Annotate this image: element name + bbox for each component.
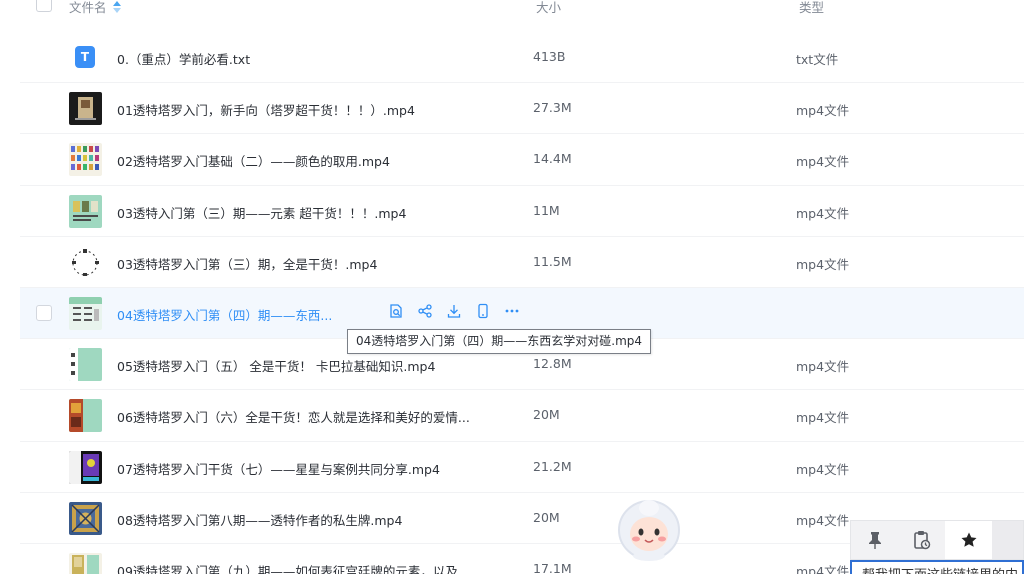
- row-checkbox[interactable]: [36, 304, 52, 321]
- file-name-tooltip: 04透特塔罗入门第（四）期——东西玄学对对碰.mp4: [347, 329, 652, 354]
- video-thumbnail: [69, 348, 102, 382]
- file-type: mp4文件: [796, 410, 850, 426]
- txt-file-icon: T: [75, 46, 95, 68]
- pin-icon[interactable]: [851, 521, 898, 559]
- file-name[interactable]: 01透特塔罗入门，新手向（塔罗超干货！！！）.mp4: [117, 100, 415, 119]
- file-row[interactable]: 01透特塔罗入门，新手向（塔罗超干货！！！）.mp4 27.3M mp4文件: [20, 83, 1024, 135]
- file-name[interactable]: 05透特塔罗入门（五） 全是干货！ 卡巴拉基础知识.mp4: [117, 356, 435, 375]
- file-size: 11M: [533, 202, 560, 218]
- file-name[interactable]: 09透特塔罗入门第（九）期——如何表征宫廷牌的元素，以及...: [117, 561, 470, 574]
- file-name[interactable]: 06透特塔罗入门（六）全是干货！恋人就是选择和美好的爱情...: [117, 407, 470, 426]
- video-thumbnail: [69, 245, 102, 279]
- file-size: 27.3M: [533, 100, 572, 116]
- video-thumbnail: [69, 296, 102, 330]
- file-name[interactable]: 03透特入门第（三）期——元素 超干货！！！.mp4: [117, 203, 406, 222]
- file-size: 20M: [533, 509, 560, 525]
- file-name[interactable]: 03透特塔罗入门第（三）期，全是干货！.mp4: [117, 254, 377, 273]
- floating-toolbar: [850, 520, 1024, 560]
- file-name[interactable]: 07透特塔罗入门干货（七）——星星与案例共同分享.mp4: [117, 459, 440, 478]
- file-row[interactable]: T 0.（重点）学前必看.txt 413B txt文件: [20, 32, 1024, 84]
- file-type: mp4文件: [796, 512, 850, 528]
- video-thumbnail: [69, 92, 102, 126]
- file-row[interactable]: 07透特塔罗入门干货（七）——星星与案例共同分享.mp4 21.2M mp4文件: [20, 442, 1024, 493]
- file-size: 17.1M: [533, 560, 572, 574]
- preview-icon[interactable]: [388, 303, 404, 319]
- file-row[interactable]: 02透特塔罗入门基础（二）——颜色的取用.mp4 14.4M mp4文件: [20, 134, 1024, 186]
- file-size: 413B: [533, 49, 566, 64]
- file-size: 21.2M: [533, 458, 572, 474]
- phone-icon[interactable]: [475, 303, 491, 319]
- video-thumbnail: [69, 399, 102, 433]
- column-header-type[interactable]: 类型: [799, 0, 824, 16]
- file-size: 14.4M: [533, 151, 572, 167]
- row-actions: [388, 303, 520, 319]
- video-thumbnail: [69, 450, 102, 484]
- file-type: mp4文件: [796, 461, 850, 477]
- file-size: 20M: [533, 407, 560, 423]
- video-thumbnail: [69, 552, 102, 574]
- sort-icon[interactable]: [112, 1, 121, 13]
- file-type: mp4文件: [796, 359, 850, 375]
- file-type: mp4文件: [796, 103, 850, 119]
- file-type: txt文件: [796, 52, 839, 67]
- video-thumbnail: [69, 194, 102, 228]
- file-list-header: 文件名 大小 类型: [0, 0, 1024, 34]
- more-icon[interactable]: [504, 303, 520, 319]
- file-type: mp4文件: [796, 563, 850, 574]
- file-type: mp4文件: [796, 154, 850, 170]
- video-thumbnail: [69, 143, 102, 177]
- download-icon[interactable]: [446, 303, 462, 319]
- file-size: 12.8M: [533, 356, 572, 372]
- file-row[interactable]: 03透特入门第（三）期——元素 超干货！！！.mp4 11M mp4文件: [20, 186, 1024, 237]
- clipboard-history-icon[interactable]: [898, 521, 945, 559]
- file-name[interactable]: 08透特塔罗入门第八期——透特作者的私生牌.mp4: [117, 510, 402, 529]
- file-row[interactable]: 06透特塔罗入门（六）全是干货！恋人就是选择和美好的爱情... 20M mp4文…: [20, 390, 1024, 442]
- share-icon[interactable]: [417, 303, 433, 319]
- video-thumbnail: [69, 501, 102, 535]
- file-name[interactable]: 02透特塔罗入门基础（二）——颜色的取用.mp4: [117, 151, 390, 170]
- file-type: mp4文件: [796, 256, 850, 272]
- file-name[interactable]: 04透特塔罗入门第（四）期——东西...: [117, 305, 332, 324]
- column-header-name[interactable]: 文件名: [69, 0, 121, 16]
- column-header-size[interactable]: 大小: [536, 0, 561, 16]
- file-row[interactable]: 03透特塔罗入门第（三）期，全是干货！.mp4 11.5M mp4文件: [20, 237, 1024, 288]
- toolbar-spacer: [992, 521, 1023, 559]
- file-size: 11.5M: [533, 253, 572, 269]
- select-all-checkbox[interactable]: [36, 0, 52, 12]
- assistant-prompt-input[interactable]: 帮我把下面这些链接里的内: [850, 560, 1024, 574]
- star-icon[interactable]: [945, 521, 992, 559]
- assistant-mascot-icon[interactable]: [613, 494, 685, 564]
- file-type: mp4文件: [796, 205, 850, 221]
- file-list: T 0.（重点）学前必看.txt 413B txt文件 01透特塔罗入门，新手向…: [20, 32, 1024, 574]
- file-name[interactable]: 0.（重点）学前必看.txt: [117, 49, 250, 68]
